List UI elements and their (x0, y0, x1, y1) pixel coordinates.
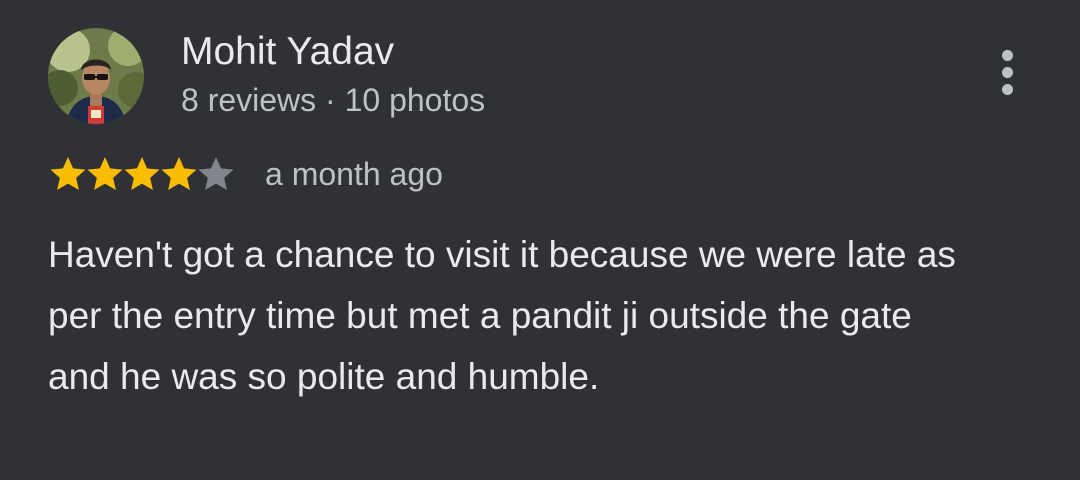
star-filled-icon (124, 157, 160, 191)
more-options-button[interactable] (988, 44, 1028, 100)
author-meta: 8 reviews · 10 photos (181, 82, 486, 118)
review-text: Haven't got a chance to visit it because… (48, 234, 956, 397)
more-vert-icon (1002, 50, 1013, 61)
review-date: a month ago (265, 155, 443, 192)
author-name[interactable]: Mohit Yadav (181, 30, 394, 74)
more-vert-icon (1002, 67, 1013, 78)
review-rating: a month ago (48, 150, 443, 198)
star-filled-icon (87, 157, 123, 191)
star-rating (48, 154, 234, 194)
more-vert-icon (1002, 84, 1013, 95)
author-avatar[interactable] (48, 28, 144, 124)
avatar-photo (48, 28, 144, 124)
star-filled-icon (161, 157, 197, 191)
star-filled-icon (50, 157, 86, 191)
star-empty-icon (198, 157, 234, 191)
review-card: Mohit Yadav 8 reviews · 10 photos a mont… (0, 0, 1080, 480)
